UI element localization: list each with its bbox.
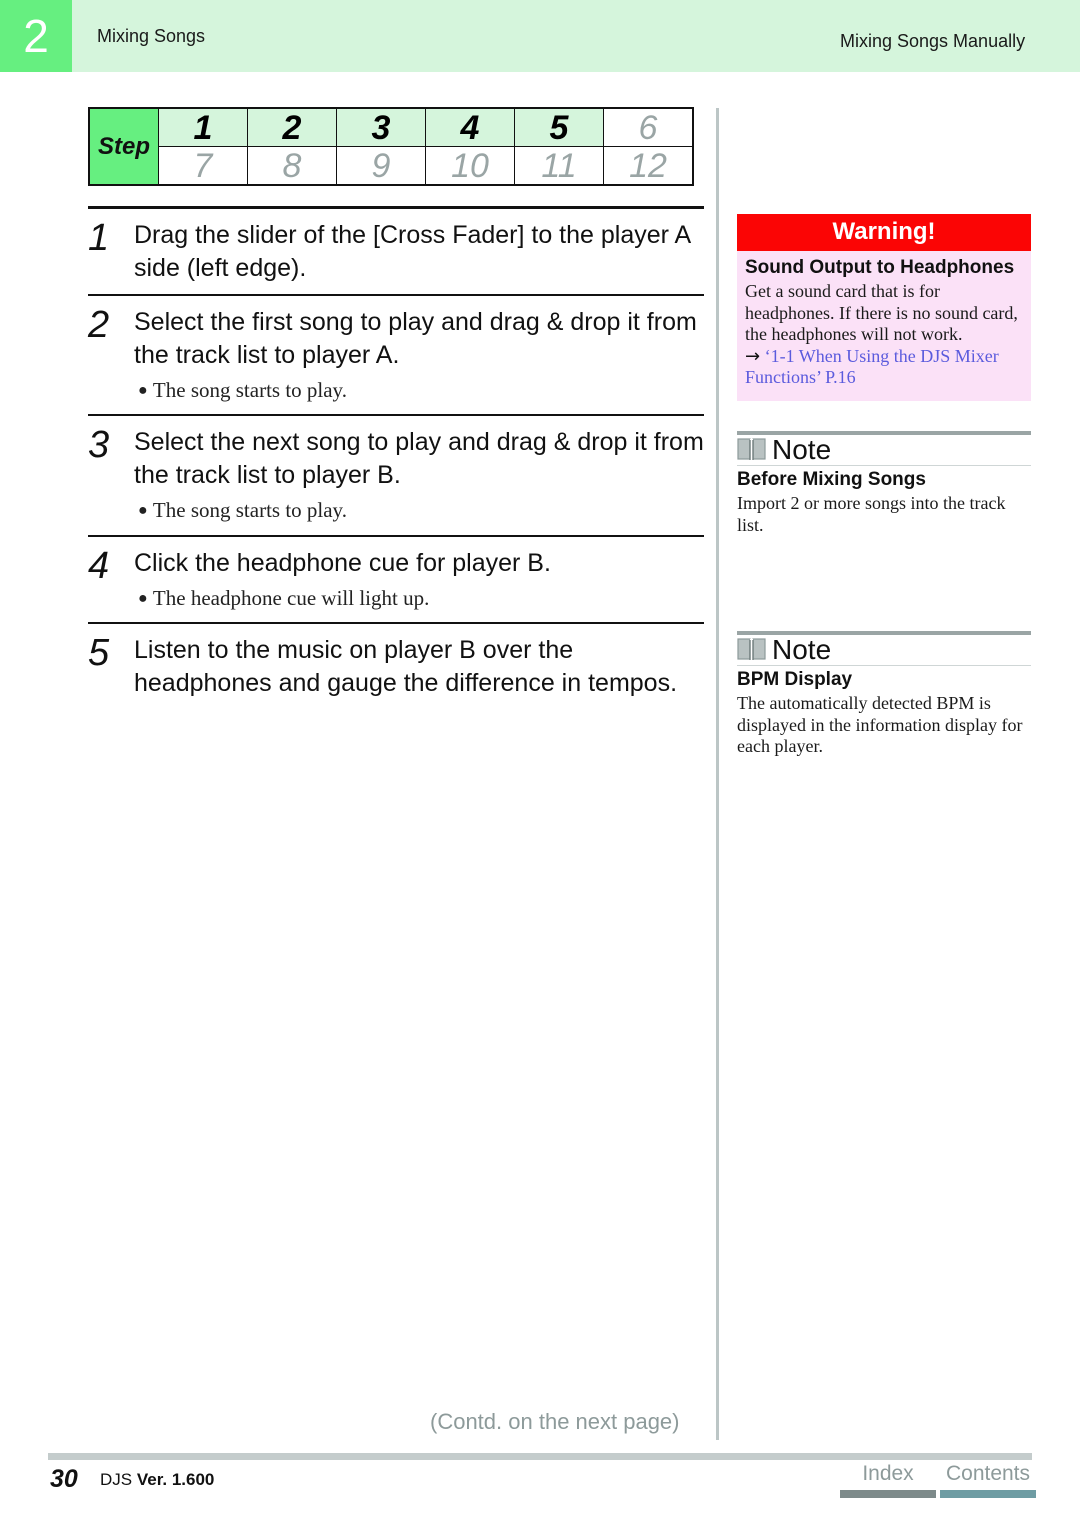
header-section-title: Mixing Songs Manually — [840, 31, 1026, 51]
step-item-2: 2 Select the first song to play and drag… — [88, 296, 704, 414]
step-item-5: 5 Listen to the music on player B over t… — [88, 624, 704, 709]
warning-cross-reference[interactable]: → ‘1-1 When Using the DJS Mixer Function… — [745, 346, 1023, 389]
arrow-right-icon: → — [745, 345, 761, 367]
step-1-text: Drag the slider of the [Cross Fader] to … — [134, 221, 690, 282]
step-item-1: 1 Drag the slider of the [Cross Fader] t… — [88, 209, 704, 294]
step-cell-10[interactable]: 10 — [425, 146, 515, 186]
step-item-3: 3 Select the next song to play and drag … — [88, 416, 704, 534]
step-4-bullet-text: The headphone cue will light up. — [152, 586, 430, 611]
note-box-before-mixing: Note Before Mixing Songs Import 2 or mor… — [737, 430, 1031, 536]
step-3-bullet: ● The song starts to play. — [138, 497, 704, 524]
warning-box: Warning! Sound Output to Headphones Get … — [737, 214, 1031, 401]
step-2-number: 2 — [88, 304, 110, 346]
warning-link-text[interactable]: ‘1-1 When Using the DJS Mixer Functions’… — [745, 346, 999, 388]
step-2-text: Select the first song to play and drag &… — [134, 308, 697, 369]
step-1-body: Drag the slider of the [Cross Fader] to … — [134, 219, 704, 284]
step-cell-4[interactable]: 4 — [425, 107, 515, 147]
step-5-body: Listen to the music on player B over the… — [134, 634, 704, 699]
sidebar-column: Warning! Sound Output to Headphones Get … — [737, 214, 1031, 758]
continued-notice: (Contd. on the next page) — [430, 1409, 680, 1434]
note-box-bpm-display: Note BPM Display The automatically detec… — [737, 631, 1031, 758]
note-subtitle-1: Before Mixing Songs — [737, 468, 926, 490]
header-chapter-title: Mixing Songs — [97, 25, 206, 46]
note-body-2: BPM Display The automatically detected B… — [737, 666, 1031, 758]
note-header-1: Note — [737, 435, 1031, 466]
step-5-text: Listen to the music on player B over the… — [134, 636, 678, 697]
step-4-number: 4 — [88, 544, 110, 587]
step-item-4: 4 Click the headphone cue for player B. … — [88, 537, 704, 623]
book-icon — [737, 437, 767, 463]
step-cell-11[interactable]: 11 — [514, 146, 604, 186]
product-name: DJS — [100, 1470, 133, 1489]
step-table-row-top: Step 1 2 3 4 5 6 — [88, 107, 694, 186]
note-text-2: The automatically detected BPM is displa… — [737, 693, 1023, 757]
footer-nav-index-bar[interactable] — [840, 1490, 936, 1498]
footer-nav-contents[interactable]: Contents — [940, 1463, 1036, 1498]
page-number: 30 — [50, 1465, 78, 1493]
step-cell-3[interactable]: 3 — [336, 107, 426, 147]
step-2-body: Select the first song to play and drag &… — [134, 306, 704, 404]
step-cell-2[interactable]: 2 — [247, 107, 337, 147]
warning-title: Warning! — [737, 214, 1031, 251]
step-3-number: 3 — [88, 424, 110, 467]
note-text-1: Import 2 or more songs into the track li… — [737, 492, 1006, 535]
note-body-1: Before Mixing Songs Import 2 or more son… — [737, 466, 1031, 536]
footer-nav-index[interactable]: Index — [840, 1463, 936, 1498]
step-4-body: Click the headphone cue for player B. ● … — [134, 547, 704, 613]
step-cell-8[interactable]: 8 — [247, 146, 337, 186]
footer-nav-index-label[interactable]: Index — [840, 1463, 936, 1484]
warning-subtitle: Sound Output to Headphones — [745, 257, 1015, 278]
step-4-bullet: ● The headphone cue will light up. — [138, 585, 704, 612]
step-3-body: Select the next song to play and drag & … — [134, 426, 704, 524]
instruction-steps-column: 1 Drag the slider of the [Cross Fader] t… — [88, 206, 704, 709]
step-cell-9[interactable]: 9 — [336, 146, 426, 186]
step-table-label: Step — [88, 107, 159, 186]
note-label-2: Note — [772, 634, 832, 666]
step-4-text: Click the headphone cue for player B. — [134, 548, 551, 577]
note-header-2: Note — [737, 634, 1031, 667]
footer-nav-contents-bar[interactable] — [940, 1490, 1036, 1498]
step-cell-7[interactable]: 7 — [158, 146, 248, 186]
step-cell-1[interactable]: 1 — [158, 107, 248, 147]
chapter-number-badge: 2 — [0, 0, 72, 72]
product-version: DJS Ver. 1.600 — [100, 1470, 214, 1490]
note-label-1: Note — [772, 433, 832, 465]
step-3-text: Select the next song to play and drag & … — [134, 428, 704, 489]
book-icon — [737, 637, 767, 663]
step-cell-12[interactable]: 12 — [603, 146, 694, 186]
step-5-number: 5 — [88, 632, 110, 675]
bullet-dot-icon: ● — [138, 590, 148, 608]
warning-text: Get a sound card that is for headphones.… — [745, 281, 1018, 345]
footer-nav-contents-label[interactable]: Contents — [940, 1463, 1036, 1484]
step-cell-6[interactable]: 6 — [603, 107, 694, 147]
step-1-number: 1 — [88, 217, 110, 259]
bullet-dot-icon: ● — [138, 382, 148, 399]
step-cell-5[interactable]: 5 — [514, 107, 604, 147]
step-2-bullet: ● The song starts to play. — [138, 377, 704, 404]
step-table-row-bottom: 7 8 9 10 11 12 — [89, 146, 694, 186]
bullet-dot-icon: ● — [138, 502, 148, 520]
warning-body: Sound Output to Headphones Get a sound c… — [737, 251, 1031, 401]
footer-rule — [48, 1453, 1032, 1460]
note-subtitle-2: BPM Display — [737, 669, 853, 691]
version-number: Ver. 1.600 — [136, 1470, 215, 1489]
column-divider — [716, 108, 719, 1440]
step-3-bullet-text: The song starts to play. — [152, 498, 347, 523]
step-2-bullet-text: The song starts to play. — [152, 378, 347, 402]
step-progress-table: Step 1 2 3 4 5 6 7 8 9 10 11 12 — [88, 107, 694, 186]
